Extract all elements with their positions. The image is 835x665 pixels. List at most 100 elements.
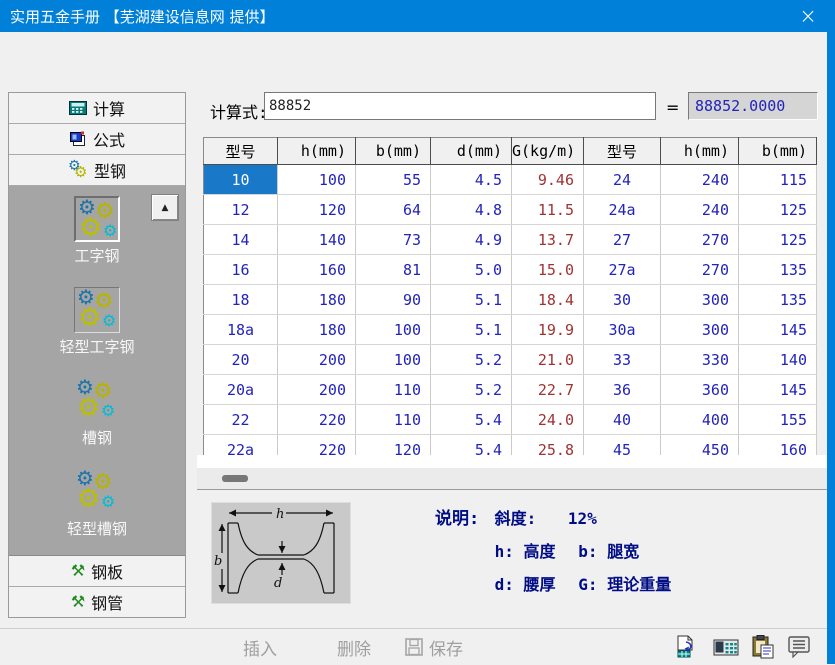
table-cell[interactable]: 24.0 <box>512 405 584 435</box>
table-cell[interactable]: 81 <box>356 255 431 285</box>
table-cell[interactable]: 4.5 <box>431 165 512 195</box>
scrollbar-thumb[interactable] <box>222 475 248 482</box>
insert-button[interactable]: 插入 <box>243 629 277 665</box>
table-cell[interactable]: 27 <box>584 225 661 255</box>
table-cell[interactable]: 5.1 <box>431 315 512 345</box>
table-cell[interactable]: 16 <box>204 255 278 285</box>
table-cell[interactable]: 12 <box>204 195 278 225</box>
up-arrow-icon: ▲ <box>162 203 169 213</box>
table-cell[interactable]: 270 <box>661 225 739 255</box>
table-cell[interactable]: 110 <box>356 375 431 405</box>
sidebar-item-steel-plate[interactable]: ⚒ 钢板 <box>9 556 185 587</box>
table-cell[interactable]: 120 <box>278 195 356 225</box>
table-cell[interactable]: 24a <box>584 195 661 225</box>
table-cell[interactable]: 240 <box>661 195 739 225</box>
table-cell[interactable]: 55 <box>356 165 431 195</box>
close-button[interactable]: × <box>789 0 827 32</box>
sidebar-item-formula[interactable]: 公式 <box>9 124 185 155</box>
table-cell[interactable]: 155 <box>739 405 817 435</box>
table-cell[interactable]: 90 <box>356 285 431 315</box>
table-cell[interactable]: 300 <box>661 315 739 345</box>
table-cell[interactable]: 24 <box>584 165 661 195</box>
table-cell[interactable]: 4.8 <box>431 195 512 225</box>
table-cell[interactable]: 36 <box>584 375 661 405</box>
table-cell[interactable]: 180 <box>278 285 356 315</box>
table-cell[interactable]: 18 <box>204 285 278 315</box>
export-to-table-icon[interactable] <box>676 635 700 659</box>
steel-type-item[interactable]: ⚙⚙⚙⚙轻型工字钢 <box>59 287 134 357</box>
table-cell[interactable]: 125 <box>739 225 817 255</box>
gears-icon: ⚙⚙⚙⚙ <box>74 287 120 333</box>
steel-type-item[interactable]: ⚙⚙⚙⚙工字钢 <box>74 196 120 266</box>
legend: 说明: 斜度: 12% h: 高度 b: 腿宽 d: 腰厚 G: 理论重量 <box>435 506 671 605</box>
paste-icon[interactable] <box>752 635 774 659</box>
table-cell[interactable]: 200 <box>278 345 356 375</box>
scroll-up-button[interactable]: ▲ <box>151 194 179 221</box>
table-cell[interactable]: 5.2 <box>431 345 512 375</box>
sidebar-item-section-steel[interactable]: ⚙⚙ 型钢 <box>9 155 185 186</box>
table-cell[interactable]: 22.7 <box>512 375 584 405</box>
table-cell[interactable]: 140 <box>739 345 817 375</box>
table-cell[interactable]: 240 <box>661 165 739 195</box>
result-field[interactable]: 88852.0000 <box>688 92 818 120</box>
table-cell[interactable]: 9.46 <box>512 165 584 195</box>
table-cell[interactable]: 22 <box>204 405 278 435</box>
steel-type-item[interactable]: ⚙⚙⚙⚙轻型槽钢 <box>67 469 127 539</box>
table-cell[interactable]: 110 <box>356 405 431 435</box>
table-cell[interactable]: 21.0 <box>512 345 584 375</box>
table-cell[interactable]: 5.4 <box>431 405 512 435</box>
delete-button[interactable]: 删除 <box>337 629 371 665</box>
table-cell[interactable]: 220 <box>278 405 356 435</box>
table-cell[interactable]: 160 <box>278 255 356 285</box>
table-cell[interactable]: 100 <box>278 165 356 195</box>
table-cell[interactable]: 4.9 <box>431 225 512 255</box>
steel-type-item[interactable]: ⚙⚙⚙⚙槽钢 <box>74 378 120 448</box>
table-cell[interactable]: 300 <box>661 285 739 315</box>
table-cell[interactable]: 20a <box>204 375 278 405</box>
table-cell[interactable]: 64 <box>356 195 431 225</box>
table-cell[interactable]: 145 <box>739 375 817 405</box>
gear-glyph: ⚙ <box>101 403 115 419</box>
table-cell[interactable]: 360 <box>661 375 739 405</box>
table-cell[interactable]: 13.7 <box>512 225 584 255</box>
table-cell[interactable]: 140 <box>278 225 356 255</box>
table-cell[interactable]: 115 <box>739 165 817 195</box>
sidebar-item-steel-pipe[interactable]: ⚒ 钢管 <box>9 587 185 617</box>
table-cell[interactable]: 40 <box>584 405 661 435</box>
table-cell[interactable]: 5.2 <box>431 375 512 405</box>
table-cell[interactable]: 5.0 <box>431 255 512 285</box>
table-cell[interactable]: 30 <box>584 285 661 315</box>
table-cell[interactable]: 135 <box>739 285 817 315</box>
table-cell[interactable]: 19.9 <box>512 315 584 345</box>
table-cell[interactable]: 20 <box>204 345 278 375</box>
table-cell[interactable]: 27a <box>584 255 661 285</box>
calculator-tool-icon[interactable] <box>713 637 739 657</box>
table-cell[interactable]: 100 <box>356 315 431 345</box>
table-cell[interactable]: 30a <box>584 315 661 345</box>
table-cell[interactable]: 330 <box>661 345 739 375</box>
legend-d: d: 腰厚 <box>495 572 569 598</box>
table-cell[interactable]: 145 <box>739 315 817 345</box>
table-cell[interactable]: 73 <box>356 225 431 255</box>
table-cell[interactable]: 100 <box>356 345 431 375</box>
table-cell[interactable]: 14 <box>204 225 278 255</box>
table-cell[interactable]: 5.1 <box>431 285 512 315</box>
save-button[interactable]: 保存 <box>405 629 463 665</box>
table-cell[interactable]: 135 <box>739 255 817 285</box>
table-cell[interactable]: 15.0 <box>512 255 584 285</box>
sidebar-item-calculate[interactable]: 计算 <box>9 93 185 124</box>
table-cell[interactable]: 200 <box>278 375 356 405</box>
table-cell[interactable]: 18.4 <box>512 285 584 315</box>
expression-input[interactable] <box>264 92 656 120</box>
table-cell[interactable]: 270 <box>661 255 739 285</box>
table-cell[interactable]: 11.5 <box>512 195 584 225</box>
table-cell[interactable]: 18a <box>204 315 278 345</box>
table-cell[interactable]: 33 <box>584 345 661 375</box>
table-cell[interactable]: 10 <box>204 165 278 195</box>
column-header: G(kg/m) <box>512 138 584 165</box>
table-cell[interactable]: 180 <box>278 315 356 345</box>
horizontal-scrollbar[interactable] <box>197 468 827 489</box>
memo-icon[interactable] <box>787 636 811 658</box>
table-cell[interactable]: 125 <box>739 195 817 225</box>
table-cell[interactable]: 400 <box>661 405 739 435</box>
